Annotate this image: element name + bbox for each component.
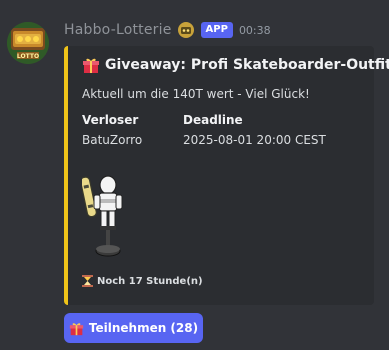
svg-text:LOTTO: LOTTO bbox=[17, 53, 39, 60]
gift-icon bbox=[69, 322, 84, 335]
embed-footer: Noch 17 Stunde(n) bbox=[82, 275, 203, 287]
join-giveaway-button[interactable]: Teilnehmen (28) bbox=[64, 313, 203, 343]
embed-description: Aktuell um die 140T wert - Viel Glück! bbox=[82, 87, 310, 101]
field-value-verloser: BatuZorro bbox=[82, 133, 143, 147]
field-name-deadline: Deadline bbox=[183, 113, 243, 127]
giveaway-embed: Giveaway: Profi Skateboarder-Outfit Aktu… bbox=[64, 46, 389, 305]
timestamp: 00:38 bbox=[238, 23, 271, 37]
footer-text: Noch 17 Stunde(n) bbox=[97, 275, 203, 287]
join-button-label: Teilnehmen (28) bbox=[88, 321, 199, 335]
field-value-deadline: 2025-08-01 20:00 CEST bbox=[183, 133, 326, 147]
app-badge: APP bbox=[200, 22, 233, 38]
outfit-image[interactable] bbox=[80, 171, 142, 261]
hourglass-icon bbox=[82, 275, 93, 287]
bot-avatar[interactable]: LOTTO bbox=[7, 22, 49, 64]
message-header: Habbo-Lotterie APP 00:38 bbox=[64, 20, 271, 40]
role-icon bbox=[177, 21, 195, 39]
embed-title-text: Giveaway: Profi Skateboarder-Outfit bbox=[105, 57, 389, 73]
username[interactable]: Habbo-Lotterie bbox=[64, 22, 172, 38]
field-name-verloser: Verloser bbox=[82, 113, 139, 127]
embed-title: Giveaway: Profi Skateboarder-Outfit bbox=[82, 56, 389, 74]
gift-icon bbox=[83, 58, 99, 73]
